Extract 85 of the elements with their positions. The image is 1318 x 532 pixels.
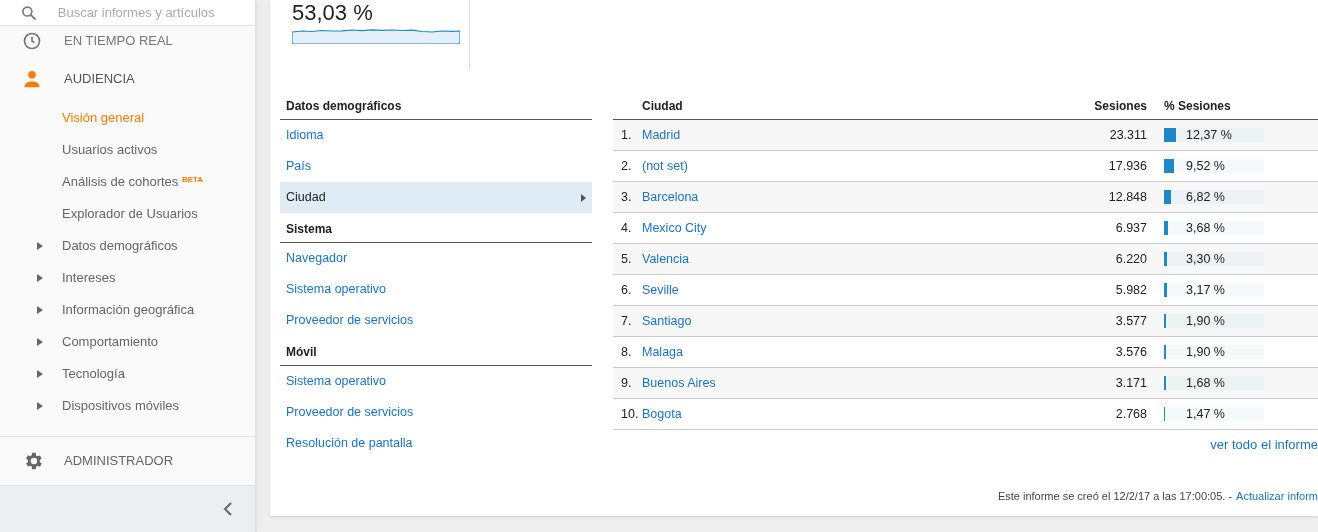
percent-cell-text: 3,68 %	[1186, 219, 1225, 237]
percent-cell-text: 6,82 %	[1186, 188, 1225, 206]
percent-cell-text: 1,90 %	[1186, 343, 1225, 361]
city-link[interactable]: Mexico City	[642, 218, 913, 238]
nav-item[interactable]: Análisis de cohortes $^{BETA}$	[62, 172, 204, 192]
dimension-link[interactable]: Sistema operativo	[280, 274, 592, 305]
rank-cell-text: 7.	[620, 312, 633, 330]
nav-item[interactable]: Intereses	[62, 268, 116, 288]
rank-cell-text: 4.	[620, 219, 633, 237]
dimension-link[interactable]: Proveedor de servicios	[280, 397, 592, 428]
expand-arrow-icon[interactable]	[36, 306, 44, 314]
expand-arrow-icon[interactable]	[36, 274, 44, 282]
sessions-cell-text: 3.171	[1114, 374, 1147, 392]
rank-cell-text: 9.	[620, 374, 633, 392]
sessions-cell-text: 17.936	[1107, 157, 1147, 175]
sessions-cell-text: 23.311	[1108, 126, 1147, 144]
search-input[interactable]: Buscar informes y artículos	[57, 2, 235, 23]
expand-arrow-icon[interactable]	[36, 338, 44, 346]
nav-item[interactable]: Datos demográficos	[62, 236, 178, 256]
percent-cell-text: 1,90 %	[1186, 312, 1225, 330]
column-header[interactable]: Sesiones	[913, 97, 1147, 115]
nav-item[interactable]: Comportamiento	[62, 332, 159, 352]
city-link[interactable]: Buenos Aires	[642, 373, 913, 393]
dimension-link[interactable]: Sistema operativo	[280, 366, 592, 397]
rank-cell-text: 2.	[620, 157, 633, 175]
percent-cell-text: 3,30 %	[1186, 250, 1225, 268]
nav-item[interactable]: Usuarios activos	[62, 140, 158, 160]
city-link[interactable]: Seville	[642, 280, 913, 300]
sessions-cell-text: 6.220	[1114, 250, 1147, 268]
nav-item[interactable]: Visión general	[62, 108, 145, 128]
rank-cell-text: 3.	[620, 188, 633, 206]
admin-link[interactable]: ADMINISTRADOR	[64, 451, 174, 471]
rank-cell-text: 1.	[620, 126, 633, 144]
rank-cell-text: 6.	[620, 281, 633, 299]
city-link[interactable]: Valencia	[642, 249, 913, 269]
rank-cell-text: 8.	[620, 343, 633, 361]
nav-item[interactable]: Información geográfica	[62, 300, 195, 320]
rank-cell-text: 10.	[620, 405, 640, 423]
city-link[interactable]: Madrid	[642, 125, 913, 145]
dimension-link[interactable]: Resolución de pantalla	[280, 428, 592, 459]
column-header[interactable]: % Sesiones	[1147, 97, 1231, 115]
city-link[interactable]: Bogota	[642, 404, 913, 424]
dimension-link[interactable]: Ciudad	[280, 182, 592, 213]
metric-value: 53,03 %	[292, 0, 374, 26]
dimension-heading: Datos demográficos	[280, 96, 592, 120]
sessions-cell-text: 6.937	[1114, 219, 1147, 237]
sessions-cell-text: 2.768	[1114, 405, 1147, 423]
collapse-chevron-icon[interactable]	[223, 502, 233, 516]
percent-cell-text: 3,17 %	[1186, 281, 1225, 299]
city-link[interactable]: Barcelona	[642, 187, 913, 207]
nav-item[interactable]: Tecnología	[62, 364, 125, 384]
full-report-link[interactable]: ver todo el informe	[1210, 435, 1318, 455]
dimension-link[interactable]: Idioma	[280, 120, 592, 151]
percent-cell-text: 1,68 %	[1186, 374, 1225, 392]
sessions-cell-text: 3.577	[1114, 312, 1147, 330]
nav-item[interactable]: Explorador de Usuarios	[62, 204, 198, 224]
percent-cell-text: 9,52 %	[1186, 157, 1225, 175]
dimension-link[interactable]: Navegador	[280, 243, 592, 274]
dimension-link[interactable]: Proveedor de servicios	[280, 305, 592, 336]
nav-item[interactable]: Dispositivos móviles	[62, 396, 180, 416]
city-link[interactable]: (not set)	[642, 156, 913, 176]
rank-cell-text: 5.	[620, 250, 633, 268]
sessions-cell-text: 12.848	[1107, 188, 1147, 206]
refresh-report-link[interactable]: Actualizar inform	[1236, 487, 1318, 504]
search-field[interactable]: Buscar informes y artículos	[0, 0, 255, 26]
person-icon	[22, 69, 42, 89]
city-link[interactable]: Santiago	[642, 311, 913, 331]
clock-icon	[22, 31, 42, 51]
caret-icon	[581, 193, 586, 202]
percent-cell-text: 1,47 %	[1186, 405, 1225, 423]
nav-section-link[interactable]: AUDIENCIA	[64, 69, 135, 89]
expand-arrow-icon[interactable]	[36, 402, 44, 410]
dimension-link[interactable]: País	[280, 151, 592, 182]
column-header[interactable]: Ciudad	[613, 97, 913, 115]
sessions-cell-text: 5.982	[1114, 281, 1147, 299]
dimension-heading: Sistema	[280, 219, 592, 243]
report-created-note: Este informe se creó el 12/2/17 a las 17:00:05. -	[997, 488, 1233, 504]
nav-section-link[interactable]: EN TIEMPO REAL	[64, 31, 173, 51]
search-icon	[20, 3, 38, 22]
expand-arrow-icon[interactable]	[36, 242, 44, 250]
percent-cell-text: 12,37 %	[1186, 126, 1232, 144]
dimension-heading: Móvil	[280, 342, 592, 366]
sessions-cell-text: 3.576	[1114, 343, 1147, 361]
city-link[interactable]: Malaga	[642, 342, 913, 362]
expand-arrow-icon[interactable]	[36, 370, 44, 378]
